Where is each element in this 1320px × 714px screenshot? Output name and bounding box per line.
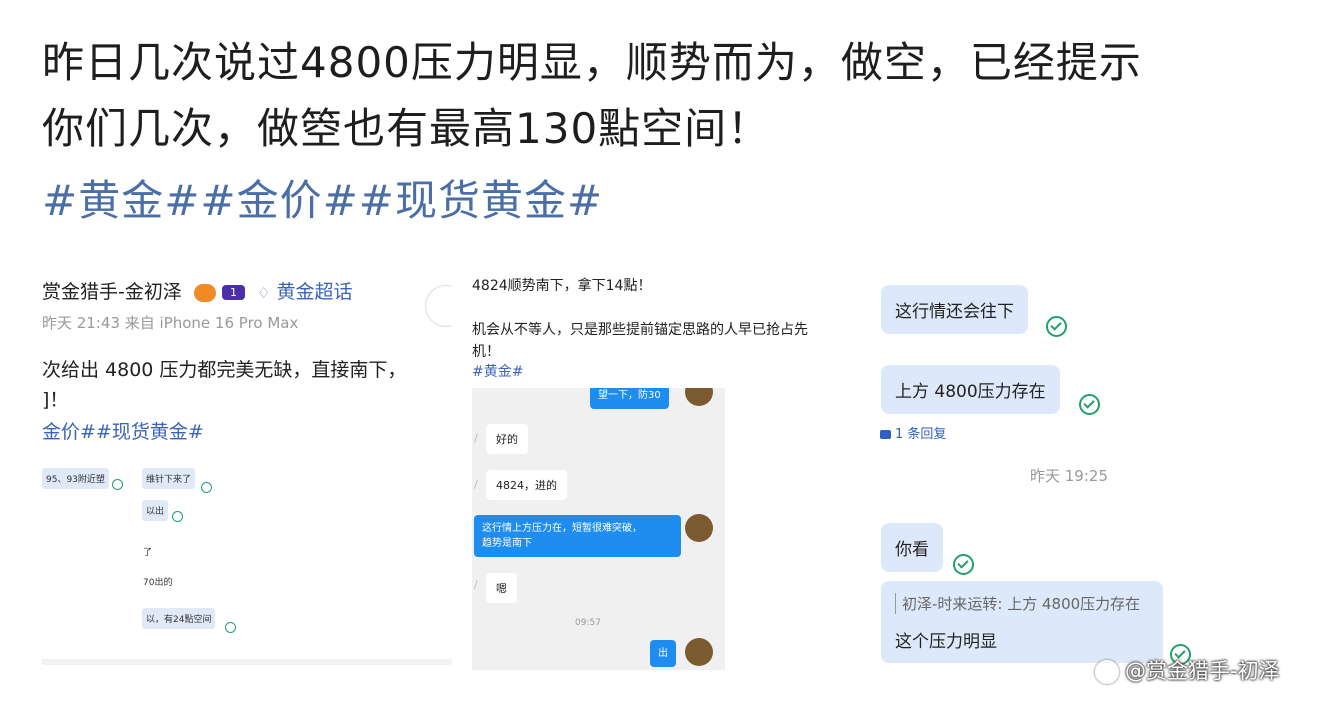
outgoing-line-1: 这行情上方压力在，短暂很难突破， xyxy=(482,523,642,534)
post-text: 昨日几次说过4800压力明显，顺势而为，做空，已经提示 你们几次，做箜也有最高1… xyxy=(42,30,1292,162)
screenshot-panel-1[interactable]: 赏金猎手-金初泽 1 ♢ 黄金超话 昨天 21:43 来自 iPhone 16 … xyxy=(42,265,452,665)
outgoing-message: 出 xyxy=(650,640,676,667)
read-check-icon xyxy=(1046,316,1067,337)
level-badge: 1 xyxy=(221,285,245,300)
post-body-line-1: 次给出 4800 压力都完美无缺，直接南下， xyxy=(42,359,407,381)
watermark: @赏金猎手-初泽 xyxy=(1095,655,1280,685)
chat-bubble: 这行情还会往下 xyxy=(881,285,1028,334)
mini-text: 了 xyxy=(143,548,153,558)
reply-message: 这个压力明显 xyxy=(895,632,997,652)
mini-bubble: 95、93附近塑 xyxy=(42,468,109,489)
post-hashtags[interactable]: #黄金##金价##现货黄金# xyxy=(42,168,603,234)
screenshot-panel-2[interactable]: 4824顺势南下，拿下14點！ 机会从不等人，只是那些提前锚定思路的人早已抢占先… xyxy=(470,265,870,675)
post-body-line-2: ]！ xyxy=(42,389,69,411)
avatar-placeholder: / xyxy=(474,432,478,445)
panel2-line-1: 4824顺势南下，拿下14點！ xyxy=(472,278,652,294)
panel-bottom-divider xyxy=(42,659,452,665)
incoming-message: 嗯 xyxy=(486,573,517,603)
check-icon xyxy=(201,482,212,493)
chat-bubble: 你看 xyxy=(881,523,943,572)
chat-bubble: 上方 4800压力存在 xyxy=(881,365,1060,414)
read-check-icon xyxy=(953,554,974,575)
quoted-message[interactable]: 初泽-时来运转: 上方 4800压力存在 xyxy=(895,593,1140,614)
follow-button[interactable] xyxy=(425,285,452,327)
outgoing-message: 望一下，防30 xyxy=(590,388,669,409)
chat-timestamp: 09:57 xyxy=(575,618,601,628)
avatar-placeholder: / xyxy=(474,578,478,591)
panel2-tag[interactable]: #黄金# xyxy=(472,361,523,383)
panel2-line-2: 机会从不等人，只是那些提前锚定思路的人早已抢占先 xyxy=(472,322,808,338)
mini-bubble: 以出 xyxy=(142,500,169,521)
quoted-reply-bubble: 初泽-时来运转: 上方 4800压力存在 这个压力明显 xyxy=(881,581,1163,663)
check-icon xyxy=(112,479,123,490)
comment-icon xyxy=(880,430,891,439)
panel1-tags[interactable]: 金价##现货黄金# xyxy=(42,417,204,444)
chat-window[interactable]: 望一下，防30 / 好的 / 4824，进的 这行情上方压力在，短暂很难突破， … xyxy=(472,388,725,670)
mini-bubble: 维针下来了 xyxy=(142,468,196,489)
zhihu-logo-icon xyxy=(1095,660,1119,684)
chat-timestamp: 昨天 19:25 xyxy=(1030,467,1108,485)
watermark-text: @赏金猎手-初泽 xyxy=(1125,659,1280,683)
reply-count-label: 1 条回复 xyxy=(895,427,947,442)
mini-bubble: 以，有24點空间 xyxy=(142,608,216,629)
check-icon xyxy=(225,622,236,633)
avatar[interactable] xyxy=(685,388,713,406)
screenshot-panel-3[interactable]: 这行情还会往下 上方 4800压力存在 1 条回复 昨天 19:25 你看 初泽… xyxy=(878,270,1298,690)
read-check-icon xyxy=(1079,394,1100,415)
badge-icon xyxy=(193,283,216,302)
incoming-message: 好的 xyxy=(486,424,528,454)
outgoing-line-2: 趋势是南下 xyxy=(482,538,532,549)
mini-text: 70出的 xyxy=(143,578,173,588)
incoming-message: 4824，进的 xyxy=(486,470,567,500)
check-icon xyxy=(172,511,183,522)
post-body: 次给出 4800 压力都完美无缺，直接南下， ]！ xyxy=(42,355,406,415)
panel2-line-3: 机！ xyxy=(472,344,500,360)
post-line-2: 你们几次，做箜也有最高130點空间！ xyxy=(42,104,771,153)
post-meta: 昨天 21:43 来自 iPhone 16 Pro Max xyxy=(42,314,299,332)
author-name[interactable]: 赏金猎手-金初泽 xyxy=(42,281,182,303)
post-line-1: 昨日几次说过4800压力明显，顺势而为，做空，已经提示 xyxy=(42,38,1142,87)
topic-link[interactable]: 黄金超话 xyxy=(277,281,353,303)
author-header: 赏金猎手-金初泽 1 ♢ 黄金超话 xyxy=(42,277,353,304)
diamond-icon: ♢ xyxy=(257,284,271,302)
outgoing-message: 这行情上方压力在，短暂很难突破， 趋势是南下 xyxy=(474,515,681,557)
avatar-placeholder: / xyxy=(474,478,478,491)
avatar[interactable] xyxy=(685,514,713,542)
avatar[interactable] xyxy=(685,638,713,666)
reply-count-link[interactable]: 1 条回复 xyxy=(880,423,946,442)
